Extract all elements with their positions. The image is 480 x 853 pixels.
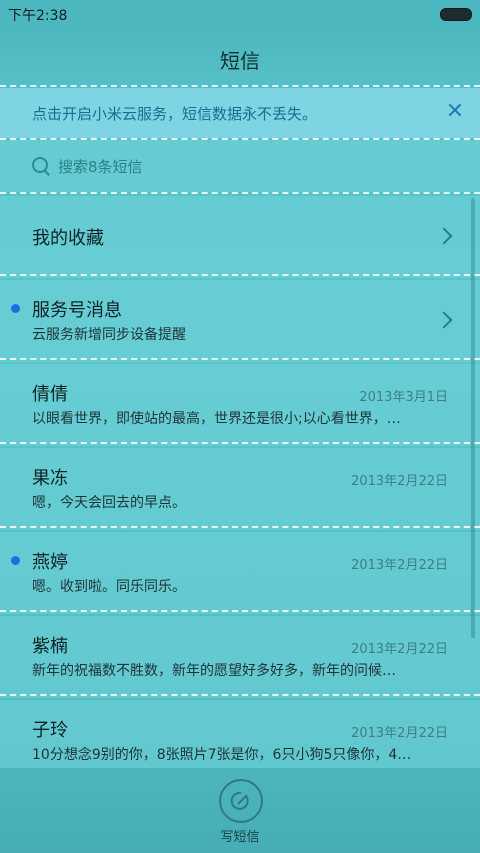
message-preview: 新年的祝福数不胜数，新年的愿望好多好多，新年的问候… bbox=[32, 663, 396, 679]
contact-name: 服务号消息 bbox=[32, 300, 122, 321]
message-date: 2013年2月22日 bbox=[351, 642, 448, 657]
unread-dot-icon bbox=[11, 556, 20, 565]
stitch-divider bbox=[0, 192, 480, 194]
contact-name: 倩倩 bbox=[32, 384, 68, 405]
status-bar: 下午2:38 bbox=[0, 0, 480, 28]
message-preview: 嗯。收到啦。同乐同乐。 bbox=[32, 579, 186, 595]
stitch-divider bbox=[0, 610, 480, 612]
stitch-divider bbox=[0, 85, 480, 87]
favorites-label: 我的收藏 bbox=[32, 228, 104, 249]
search-input[interactable] bbox=[56, 152, 440, 182]
stitch-divider bbox=[0, 526, 480, 528]
message-preview: 嗯，今天会回去的早点。 bbox=[32, 495, 186, 511]
message-date: 2013年2月22日 bbox=[351, 474, 448, 489]
message-preview: 10分想念9别的你，8张照片7张是你，6只小狗5只像你，4… bbox=[32, 747, 412, 763]
stitch-divider bbox=[0, 274, 480, 276]
scrollbar[interactable] bbox=[471, 198, 475, 638]
message-date: 2013年3月1日 bbox=[359, 390, 448, 405]
contact-name: 紫楠 bbox=[32, 636, 68, 657]
message-date: 2013年2月22日 bbox=[351, 558, 448, 573]
contact-name: 果冻 bbox=[32, 468, 68, 489]
page-title: 短信 bbox=[220, 49, 260, 73]
status-time: 下午2:38 bbox=[8, 8, 68, 24]
bottom-toolbar: 写短信 bbox=[0, 768, 480, 853]
search-icon bbox=[32, 157, 48, 173]
conversation-row[interactable]: 果冻 2013年2月22日 嗯，今天会回去的早点。 bbox=[0, 448, 480, 530]
message-preview: 以眼看世界，即使站的最高，世界还是很小;以心看世界，… bbox=[32, 411, 401, 427]
conversation-row[interactable]: 倩倩 2013年3月1日 以眼看世界，即使站的最高，世界还是很小;以心看世界，… bbox=[0, 364, 480, 446]
conversation-list[interactable]: 我的收藏 服务号消息 云服务新增同步设备提醒 倩倩 2013年3月1日 以眼看世… bbox=[0, 196, 480, 768]
cloud-service-banner[interactable]: 点击开启小米云服务，短信数据永不丢失。 ✕ bbox=[0, 88, 480, 138]
close-icon[interactable]: ✕ bbox=[442, 99, 468, 125]
app-header: 短信 bbox=[0, 28, 480, 86]
chevron-right-icon bbox=[435, 227, 453, 245]
conversation-row[interactable]: 紫楠 2013年2月22日 新年的祝福数不胜数，新年的愿望好多好多，新年的问候… bbox=[0, 616, 480, 698]
search-bar[interactable] bbox=[0, 140, 480, 192]
stitch-divider bbox=[0, 694, 480, 696]
battery-icon bbox=[440, 8, 472, 21]
message-preview: 云服务新增同步设备提醒 bbox=[32, 327, 186, 343]
favorites-row[interactable]: 我的收藏 bbox=[0, 196, 480, 278]
conversation-row[interactable]: 子玲 2013年2月22日 10分想念9别的你，8张照片7张是你，6只小狗5只像… bbox=[0, 700, 480, 768]
stitch-divider bbox=[0, 358, 480, 360]
unread-dot-icon bbox=[11, 304, 20, 313]
stitch-divider bbox=[0, 442, 480, 444]
compose-icon bbox=[230, 791, 249, 810]
banner-text[interactable]: 点击开启小米云服务，短信数据永不丢失。 bbox=[32, 103, 317, 124]
compose-label[interactable]: 写短信 bbox=[0, 826, 480, 845]
message-date: 2013年2月22日 bbox=[351, 726, 448, 741]
conversation-row[interactable]: 燕婷 2013年2月22日 嗯。收到啦。同乐同乐。 bbox=[0, 532, 480, 614]
compose-button[interactable] bbox=[219, 779, 263, 823]
conversation-row[interactable]: 服务号消息 云服务新增同步设备提醒 bbox=[0, 280, 480, 362]
contact-name: 子玲 bbox=[32, 720, 68, 741]
contact-name: 燕婷 bbox=[32, 552, 68, 573]
